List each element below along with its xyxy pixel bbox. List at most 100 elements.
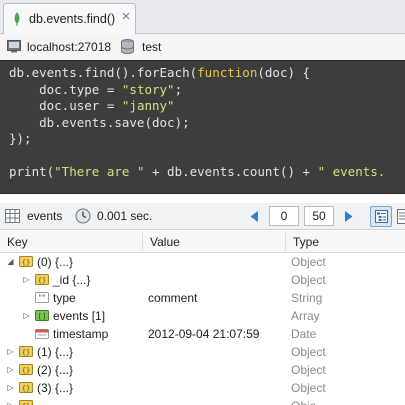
expand-arrow-icon[interactable]: ▷ <box>6 379 15 397</box>
code-token: function <box>197 65 258 80</box>
row-type: Object <box>291 255 326 269</box>
row-value: 2012-09-04 21:07:59 <box>148 327 260 341</box>
expand-arrow-icon <box>22 289 31 307</box>
table-row[interactable]: ▷ {} (2) {...} Object <box>0 361 405 379</box>
previous-page-icon[interactable] <box>249 210 259 223</box>
skip-input[interactable]: 0 <box>269 206 299 226</box>
tab-query[interactable]: db.events.find() × <box>3 3 136 34</box>
svg-text:{}: {} <box>38 276 46 284</box>
svg-text:{}: {} <box>22 366 30 374</box>
row-key: timestamp <box>53 327 109 341</box>
clock-icon <box>75 208 91 224</box>
svg-text:[]: [] <box>38 312 46 320</box>
code-token: db.events.find().forEach( <box>9 65 198 80</box>
svg-text:{}: {} <box>22 258 30 266</box>
code-line[interactable]: print("There are " + db.events.count() +… <box>9 164 385 181</box>
code-token: " events. <box>317 164 386 179</box>
object-type-icon: {} <box>35 274 49 285</box>
code-line[interactable]: }); <box>9 131 385 148</box>
row-key: (3) {...} <box>37 381 74 395</box>
table-row[interactable]: ▷ {} Obje <box>0 397 405 405</box>
svg-text:"": "" <box>38 294 45 303</box>
table-row[interactable]: "" type comment String <box>0 289 405 307</box>
server-icon <box>7 40 21 53</box>
tree-view-button[interactable] <box>370 206 392 227</box>
row-type: Array <box>291 309 320 323</box>
code-token: + db.events.count() + <box>144 164 318 179</box>
object-type-icon: {} <box>19 382 33 393</box>
code-line[interactable]: db.events.save(doc); <box>9 115 385 132</box>
code-token: ; <box>174 81 183 97</box>
code-token: doc.user = <box>9 98 122 113</box>
next-page-icon[interactable] <box>344 210 354 223</box>
row-key: events [1] <box>53 309 106 323</box>
table-row[interactable]: ◢ {} (0) {...} Object <box>0 253 405 271</box>
code-token: }); <box>9 131 32 146</box>
column-value[interactable]: Value <box>143 231 285 253</box>
tab-title: db.events.find() <box>29 12 116 26</box>
code-line[interactable] <box>9 148 385 165</box>
collection-name: events <box>27 209 63 223</box>
object-type-icon: {} <box>19 400 33 405</box>
text-view-icon[interactable] <box>397 209 405 224</box>
code-line[interactable]: db.events.find().forEach(function(doc) { <box>9 65 385 82</box>
expand-arrow-icon <box>22 325 31 343</box>
tree-view-icon <box>375 210 388 223</box>
database-name: test <box>142 40 162 54</box>
code-token: "story" <box>121 81 175 97</box>
svg-text:{}: {} <box>22 348 30 356</box>
row-type: Object <box>291 345 326 359</box>
results-toolbar: events 0.001 sec. 0 50 <box>0 203 405 230</box>
table-row[interactable]: ▷ {} _id {...} Object <box>0 271 405 289</box>
query-code[interactable]: db.events.find().forEach(function(doc) {… <box>9 65 385 181</box>
date-type-icon <box>35 329 49 339</box>
row-type: Date <box>291 327 317 341</box>
row-key: type <box>53 291 76 305</box>
expand-arrow-icon[interactable]: ▷ <box>22 307 31 325</box>
query-editor[interactable]: db.events.find().forEach(function(doc) {… <box>0 60 405 194</box>
table-row[interactable]: ▷ {} (3) {...} Object <box>0 379 405 397</box>
mongodb-leaf-icon <box>14 12 20 26</box>
query-time: 0.001 sec. <box>97 209 153 223</box>
row-key: (1) {...} <box>37 345 74 359</box>
expand-arrow-icon[interactable]: ▷ <box>6 397 15 405</box>
row-type: String <box>291 291 323 305</box>
code-line[interactable]: doc.user = "janny" <box>9 98 385 115</box>
expand-arrow-icon[interactable]: ▷ <box>22 271 31 289</box>
code-token: (doc) { <box>257 65 311 80</box>
code-token: doc.type = <box>9 81 122 97</box>
close-tab-icon[interactable]: × <box>118 9 134 25</box>
code-token: "There are " <box>54 164 145 179</box>
column-type[interactable]: Type <box>286 231 405 253</box>
results-table-header: Key Value Type <box>0 231 405 253</box>
row-type: Object <box>291 273 326 287</box>
array-type-icon: [] <box>35 310 49 321</box>
limit-input[interactable]: 50 <box>304 206 334 226</box>
table-icon <box>5 209 20 223</box>
expand-arrow-icon[interactable]: ▷ <box>6 361 15 379</box>
code-token: print( <box>9 164 55 179</box>
results-tree: ◢ {} (0) {...} Object ▷ {} _id {...} Object "" ty… <box>0 253 405 405</box>
row-value: comment <box>148 291 198 305</box>
collapse-arrow-icon[interactable]: ◢ <box>6 253 15 271</box>
object-type-icon: {} <box>19 256 33 267</box>
svg-text:{}: {} <box>22 384 30 392</box>
table-row[interactable]: ▷ {} (1) {...} Object <box>0 343 405 361</box>
expand-arrow-icon[interactable]: ▷ <box>6 343 15 361</box>
database-icon <box>121 39 134 54</box>
row-type: Object <box>291 363 326 377</box>
server-address: localhost:27018 <box>27 40 112 54</box>
object-type-icon: {} <box>19 346 33 357</box>
column-key[interactable]: Key <box>0 231 141 253</box>
table-row[interactable]: timestamp 2012-09-04 21:07:59 Date <box>0 325 405 343</box>
row-key: (2) {...} <box>37 363 74 377</box>
row-key: _id {...} <box>53 273 91 287</box>
string-type-icon: "" <box>35 292 49 303</box>
code-token: db.events.save(doc); <box>9 114 190 130</box>
code-token: "janny" <box>121 98 175 113</box>
connection-bar: localhost:27018 test <box>0 34 405 60</box>
row-type: Object <box>291 381 326 395</box>
table-row[interactable]: ▷ [] events [1] Array <box>0 307 405 325</box>
tab-bar: db.events.find() × <box>0 0 405 34</box>
code-line[interactable]: doc.type = "story"; <box>9 82 385 99</box>
